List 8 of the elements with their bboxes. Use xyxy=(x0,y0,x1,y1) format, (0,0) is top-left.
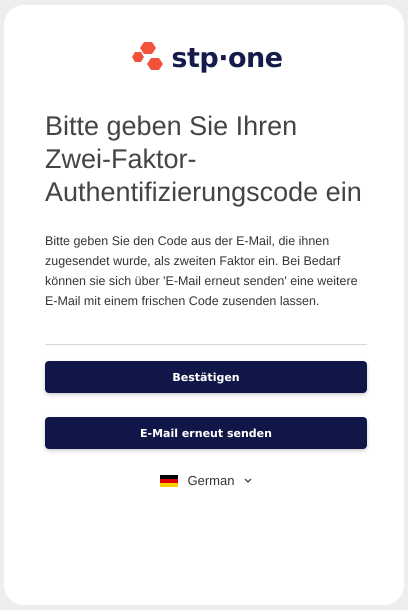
logo-text: stp·one xyxy=(171,42,283,74)
description-text: Bitte geben Sie den Code aus der E-Mail, die ihnen zugesendet wurde, als zweiten Faktor ein. Bei Bedarf können sie sich über 'E-Mail erneut senden' eine weitere E-Mail mit einem frischen Code zusenden lassen. xyxy=(45,233,359,310)
chevron-down-icon[interactable] xyxy=(244,478,252,484)
action-button[interactable]: E-Mail erneut senden xyxy=(45,417,367,449)
action-button[interactable]: Bestätigen xyxy=(45,361,367,393)
flag-icon xyxy=(160,474,178,486)
language-selector[interactable]: German xyxy=(188,473,234,488)
page-title: Bitte geben Sie Ihren Zwei-Faktor-Authentifizierungscode ein xyxy=(45,110,363,209)
